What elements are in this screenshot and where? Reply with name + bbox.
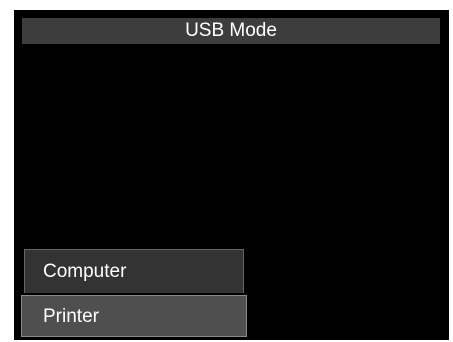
page-title: USB Mode: [185, 20, 277, 41]
menu-item-computer[interactable]: Computer: [24, 249, 244, 293]
menu-item-label: Printer: [43, 306, 99, 327]
title-bar: USB Mode: [22, 18, 440, 44]
menu-item-label: Computer: [43, 261, 127, 282]
camera-screen: USB Mode Computer Printer: [0, 0, 453, 342]
usb-mode-menu: Computer Printer: [21, 249, 247, 339]
menu-item-printer[interactable]: Printer: [21, 295, 247, 337]
display-area: USB Mode Computer Printer: [14, 10, 449, 340]
